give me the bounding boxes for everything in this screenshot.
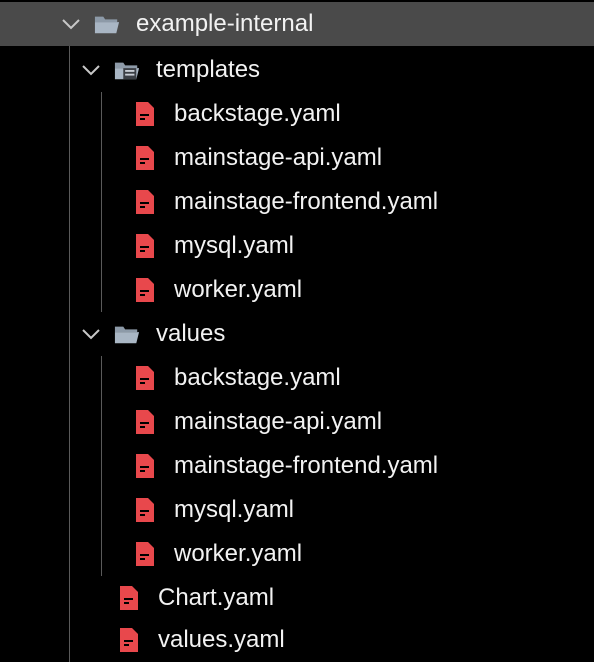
yaml-file-icon — [132, 189, 158, 215]
tree-file-values-mysql[interactable]: mysql.yaml — [0, 488, 594, 532]
yaml-file-icon — [132, 365, 158, 391]
folder-label: example-internal — [136, 10, 314, 37]
file-label: Chart.yaml — [158, 584, 275, 611]
yaml-file-icon — [132, 277, 158, 303]
tree-file-templates-mysql[interactable]: mysql.yaml — [0, 224, 594, 268]
file-label: backstage.yaml — [174, 100, 341, 127]
file-label: mainstage-frontend.yaml — [174, 188, 439, 215]
tree-file-templates-mainstage-api[interactable]: mainstage-api.yaml — [0, 136, 594, 180]
chevron-down-icon[interactable] — [80, 323, 102, 345]
file-tree: example-internal templates backstage.yam… — [0, 0, 594, 662]
tree-folder-values[interactable]: values — [0, 312, 594, 356]
tree-file-values-worker[interactable]: worker.yaml — [0, 532, 594, 576]
file-label: mainstage-api.yaml — [174, 144, 383, 171]
chevron-down-icon[interactable] — [60, 13, 82, 35]
yaml-file-icon — [132, 101, 158, 127]
tree-file-templates-worker[interactable]: worker.yaml — [0, 268, 594, 312]
yaml-file-icon — [132, 233, 158, 259]
tree-folder-templates[interactable]: templates — [0, 48, 594, 92]
file-label: mysql.yaml — [174, 232, 295, 259]
tree-file-values-backstage[interactable]: backstage.yaml — [0, 356, 594, 400]
folder-open-icon — [94, 11, 120, 37]
tree-folder-example-internal[interactable]: example-internal — [0, 2, 594, 46]
file-label: mainstage-api.yaml — [174, 408, 383, 435]
file-label: worker.yaml — [174, 540, 303, 567]
tree-file-chart[interactable]: Chart.yaml — [0, 576, 594, 620]
file-label: worker.yaml — [174, 276, 303, 303]
tree-file-values-mainstage-api[interactable]: mainstage-api.yaml — [0, 400, 594, 444]
file-label: backstage.yaml — [174, 364, 341, 391]
yaml-file-icon — [132, 497, 158, 523]
file-label: mainstage-frontend.yaml — [174, 452, 439, 479]
folder-open-icon — [114, 321, 140, 347]
tree-file-templates-backstage[interactable]: backstage.yaml — [0, 92, 594, 136]
templates-folder-icon — [114, 57, 140, 83]
tree-file-templates-mainstage-frontend[interactable]: mainstage-frontend.yaml — [0, 180, 594, 224]
yaml-file-icon — [132, 453, 158, 479]
yaml-file-icon — [132, 145, 158, 171]
tree-file-values-mainstage-frontend[interactable]: mainstage-frontend.yaml — [0, 444, 594, 488]
yaml-file-icon — [116, 627, 142, 653]
yaml-file-icon — [132, 541, 158, 567]
chevron-down-icon[interactable] — [80, 59, 102, 81]
folder-label: values — [156, 320, 226, 347]
yaml-file-icon — [116, 585, 142, 611]
file-label: mysql.yaml — [174, 496, 295, 523]
file-label: values.yaml — [158, 626, 285, 653]
yaml-file-icon — [132, 409, 158, 435]
tree-file-values-root[interactable]: values.yaml — [0, 618, 594, 662]
folder-label: templates — [156, 56, 261, 83]
